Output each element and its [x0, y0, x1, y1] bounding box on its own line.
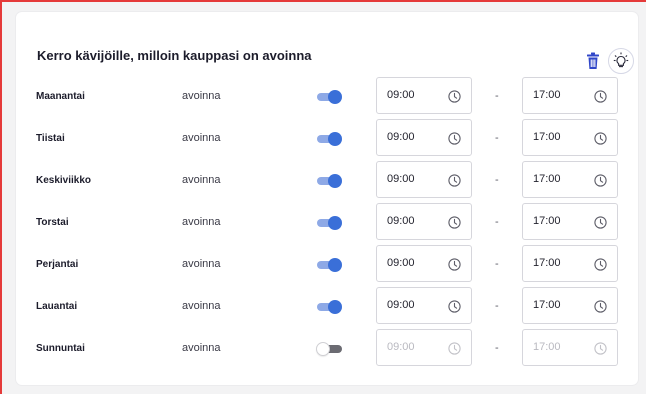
- toggle-knob: [328, 258, 342, 272]
- day-row: Keskiviikko avoinna 09:00 - 17:00: [0, 161, 646, 201]
- clock-icon[interactable]: [448, 90, 461, 103]
- clock-icon[interactable]: [594, 342, 607, 355]
- day-status: avoinna: [182, 342, 221, 354]
- time-separator: -: [495, 342, 499, 354]
- close-time-field[interactable]: 17:00: [522, 245, 618, 282]
- clock-icon[interactable]: [594, 258, 607, 271]
- lightbulb-icon: [613, 52, 629, 68]
- close-time-field[interactable]: 17:00: [522, 119, 618, 156]
- time-separator: -: [495, 216, 499, 228]
- open-time-field[interactable]: 09:00: [376, 77, 472, 114]
- time-separator: -: [495, 174, 499, 186]
- open-time-value: 09:00: [387, 215, 415, 227]
- time-separator: -: [495, 258, 499, 270]
- open-time-field[interactable]: 09:00: [376, 329, 472, 366]
- open-toggle[interactable]: [316, 216, 342, 230]
- day-status: avoinna: [182, 216, 221, 228]
- card-title: Kerro kävijöille, milloin kauppasi on av…: [37, 48, 312, 63]
- open-toggle[interactable]: [316, 342, 342, 356]
- open-time-value: 09:00: [387, 257, 415, 269]
- clock-icon[interactable]: [594, 216, 607, 229]
- close-time-value: 17:00: [533, 89, 561, 101]
- day-row: Sunnuntai avoinna 09:00 - 17:00: [0, 329, 646, 369]
- toggle-knob: [328, 216, 342, 230]
- time-separator: -: [495, 90, 499, 102]
- day-label: Sunnuntai: [36, 343, 85, 354]
- toggle-knob: [328, 132, 342, 146]
- day-status: avoinna: [182, 258, 221, 270]
- open-time-value: 09:00: [387, 131, 415, 143]
- day-row: Tiistai avoinna 09:00 - 17:00: [0, 119, 646, 159]
- open-time-field[interactable]: 09:00: [376, 245, 472, 282]
- clock-icon[interactable]: [448, 258, 461, 271]
- clock-icon[interactable]: [594, 300, 607, 313]
- open-time-field[interactable]: 09:00: [376, 287, 472, 324]
- open-time-value: 09:00: [387, 341, 415, 353]
- open-toggle[interactable]: [316, 90, 342, 104]
- trash-icon: [587, 52, 599, 69]
- open-time-value: 09:00: [387, 89, 415, 101]
- close-time-value: 17:00: [533, 257, 561, 269]
- toggle-knob: [328, 90, 342, 104]
- clock-icon[interactable]: [594, 90, 607, 103]
- open-toggle[interactable]: [316, 258, 342, 272]
- close-time-value: 17:00: [533, 341, 561, 353]
- close-time-field[interactable]: 17:00: [522, 203, 618, 240]
- clock-icon[interactable]: [448, 342, 461, 355]
- day-label: Torstai: [36, 217, 69, 228]
- close-time-value: 17:00: [533, 173, 561, 185]
- day-status: avoinna: [182, 300, 221, 312]
- clock-icon[interactable]: [448, 174, 461, 187]
- time-separator: -: [495, 300, 499, 312]
- open-toggle[interactable]: [316, 132, 342, 146]
- day-status: avoinna: [182, 90, 221, 102]
- delete-button[interactable]: [585, 51, 601, 71]
- tips-button[interactable]: [608, 48, 634, 74]
- day-row: Maanantai avoinna 09:00 - 17:00: [0, 77, 646, 117]
- close-time-value: 17:00: [533, 299, 561, 311]
- open-time-field[interactable]: 09:00: [376, 203, 472, 240]
- clock-icon[interactable]: [594, 132, 607, 145]
- day-row: Torstai avoinna 09:00 - 17:00: [0, 203, 646, 243]
- open-time-field[interactable]: 09:00: [376, 119, 472, 156]
- close-time-value: 17:00: [533, 131, 561, 143]
- clock-icon[interactable]: [448, 132, 461, 145]
- open-toggle[interactable]: [316, 300, 342, 314]
- close-time-field[interactable]: 17:00: [522, 329, 618, 366]
- open-time-value: 09:00: [387, 299, 415, 311]
- toggle-knob: [316, 342, 330, 356]
- day-row: Lauantai avoinna 09:00 - 17:00: [0, 287, 646, 327]
- clock-icon[interactable]: [448, 300, 461, 313]
- day-label: Perjantai: [36, 259, 79, 270]
- toggle-knob: [328, 174, 342, 188]
- close-time-field[interactable]: 17:00: [522, 161, 618, 198]
- close-time-value: 17:00: [533, 215, 561, 227]
- day-label: Keskiviikko: [36, 175, 92, 186]
- day-label: Lauantai: [36, 301, 78, 312]
- toggle-knob: [328, 300, 342, 314]
- open-toggle[interactable]: [316, 174, 342, 188]
- close-time-field[interactable]: 17:00: [522, 77, 618, 114]
- day-label: Maanantai: [36, 91, 85, 102]
- clock-icon[interactable]: [448, 216, 461, 229]
- close-time-field[interactable]: 17:00: [522, 287, 618, 324]
- open-time-value: 09:00: [387, 173, 415, 185]
- day-label: Tiistai: [36, 133, 65, 144]
- time-separator: -: [495, 132, 499, 144]
- day-status: avoinna: [182, 174, 221, 186]
- day-row: Perjantai avoinna 09:00 - 17:00: [0, 245, 646, 285]
- open-time-field[interactable]: 09:00: [376, 161, 472, 198]
- clock-icon[interactable]: [594, 174, 607, 187]
- day-status: avoinna: [182, 132, 221, 144]
